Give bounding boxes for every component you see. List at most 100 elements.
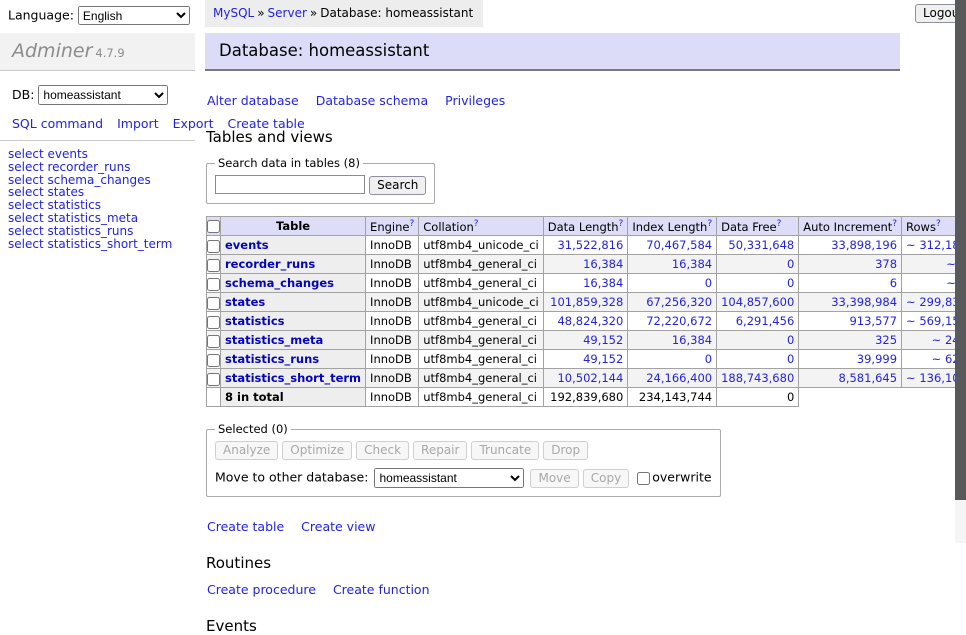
link-create-view[interactable]: Create view: [301, 519, 375, 534]
help-icon[interactable]: ?: [892, 219, 897, 229]
move-db-select[interactable]: homeassistant: [374, 468, 524, 488]
index-length-link[interactable]: 16,384: [672, 257, 712, 271]
copy-button[interactable]: Copy: [583, 469, 629, 488]
sidebar-item-select-statistics-meta[interactable]: select statistics_meta: [8, 212, 195, 225]
help-icon[interactable]: ?: [936, 219, 941, 229]
table-name-link[interactable]: recorder_runs: [225, 257, 315, 271]
page-title: Database: homeassistant: [205, 33, 900, 71]
index-length-link[interactable]: 24,166,400: [646, 371, 712, 385]
auto-increment-link[interactable]: 913,577: [849, 314, 897, 328]
table-name-link[interactable]: events: [225, 238, 269, 252]
row-checkbox[interactable]: [207, 297, 220, 310]
auto-increment-link[interactable]: 6: [890, 276, 897, 290]
data-free-link[interactable]: 6,291,456: [736, 314, 795, 328]
data-length-cell: 31,522,816: [543, 236, 628, 255]
sidebar-table-links: select eventsselect recorder_runsselect …: [0, 148, 195, 250]
sidebar-link-import[interactable]: Import: [117, 116, 159, 131]
index-length-link[interactable]: 0: [705, 352, 712, 366]
row-checkbox[interactable]: [207, 354, 220, 367]
auto-increment-link[interactable]: 33,398,984: [831, 295, 897, 309]
link-alter-database[interactable]: Alter database: [207, 93, 299, 108]
select-all-cell: [207, 216, 221, 236]
sidebar-item-select-events[interactable]: select events: [8, 148, 195, 161]
link-create-procedure[interactable]: Create procedure: [207, 582, 316, 597]
data-length-link[interactable]: 48,824,320: [557, 314, 623, 328]
search-input[interactable]: [215, 175, 365, 194]
check-button[interactable]: Check: [356, 441, 409, 460]
app-title-link[interactable]: Adminer: [12, 40, 92, 62]
sidebar-divider: [0, 140, 195, 141]
table-name-link[interactable]: statistics: [225, 314, 285, 328]
index-length-link[interactable]: 72,220,672: [646, 314, 712, 328]
data-length-link[interactable]: 16,384: [583, 257, 623, 271]
search-button[interactable]: Search: [369, 176, 426, 195]
data-free-link[interactable]: 0: [787, 333, 794, 347]
help-icon[interactable]: ?: [474, 219, 479, 229]
auto-increment-link[interactable]: 8,581,645: [839, 371, 898, 385]
data-free-link[interactable]: 0: [787, 352, 794, 366]
sidebar-item-select-statistics-runs[interactable]: select statistics_runs: [8, 225, 195, 238]
db-select-row: DB:homeassistant: [0, 71, 195, 109]
index-length-link[interactable]: 16,384: [672, 333, 712, 347]
table-name-link[interactable]: schema_changes: [225, 276, 334, 290]
row-checkbox[interactable]: [207, 335, 220, 348]
row-checkbox[interactable]: [207, 316, 220, 329]
link-database-schema[interactable]: Database schema: [316, 93, 428, 108]
data-length-link[interactable]: 16,384: [583, 276, 623, 290]
index-length-link[interactable]: 67,256,320: [646, 295, 712, 309]
data-length-link[interactable]: 31,522,816: [557, 238, 623, 252]
auto-increment-link[interactable]: 39,999: [857, 352, 897, 366]
link-create-function[interactable]: Create function: [333, 582, 430, 597]
help-icon[interactable]: ?: [619, 219, 624, 229]
scrollbar-track[interactable]: [955, 0, 966, 543]
breadcrumb-link-server[interactable]: Server: [268, 6, 307, 20]
auto-increment-link[interactable]: 325: [875, 333, 897, 347]
language-select[interactable]: English: [78, 6, 190, 25]
optimize-button[interactable]: Optimize: [282, 441, 352, 460]
sidebar-item-select-statistics-short-term[interactable]: select statistics_short_term: [8, 238, 195, 251]
help-icon[interactable]: ?: [777, 219, 782, 229]
auto-increment-link[interactable]: 33,898,196: [831, 238, 897, 252]
row-checkbox[interactable]: [207, 278, 220, 291]
row-checkbox[interactable]: [207, 373, 220, 386]
table-name-link[interactable]: statistics_short_term: [225, 371, 361, 385]
sidebar-item-select-recorder-runs[interactable]: select recorder_runs: [8, 161, 195, 174]
table-name-link[interactable]: statistics_runs: [225, 352, 319, 366]
data-length-link[interactable]: 10,502,144: [557, 371, 623, 385]
data-free-link[interactable]: 104,857,600: [721, 295, 794, 309]
data-free-link[interactable]: 188,743,680: [721, 371, 794, 385]
table-name-link[interactable]: statistics_meta: [225, 333, 323, 347]
link-create-table[interactable]: Create table: [207, 519, 284, 534]
move-button[interactable]: Move: [530, 469, 578, 488]
truncate-button[interactable]: Truncate: [471, 441, 539, 460]
data-free-link[interactable]: 0: [787, 276, 794, 290]
auto-increment-link[interactable]: 378: [875, 257, 897, 271]
select-all-checkbox[interactable]: [207, 220, 220, 233]
repair-button[interactable]: Repair: [413, 441, 467, 460]
data-free-link[interactable]: 50,331,648: [728, 238, 794, 252]
analyze-button[interactable]: Analyze: [215, 441, 278, 460]
sidebar-link-sql-command[interactable]: SQL command: [12, 116, 103, 131]
data-length-link[interactable]: 101,859,328: [550, 295, 623, 309]
link-privileges[interactable]: Privileges: [445, 93, 505, 108]
table-name-link[interactable]: states: [225, 295, 265, 309]
breadcrumb-link-mysql[interactable]: MySQL: [213, 6, 254, 20]
engine-cell: InnoDB: [366, 369, 419, 388]
data-length-link[interactable]: 49,152: [583, 333, 623, 347]
auto-increment-cell: 913,577: [799, 312, 902, 331]
totals-row: 8 in total InnoDB utf8mb4_general_ci 192…: [207, 388, 966, 407]
index-length-link[interactable]: 0: [705, 276, 712, 290]
row-checkbox[interactable]: [207, 240, 220, 253]
help-icon[interactable]: ?: [409, 219, 414, 229]
data-length-link[interactable]: 49,152: [583, 352, 623, 366]
data-free-link[interactable]: 0: [787, 257, 794, 271]
index-length-cell: 16,384: [628, 255, 717, 274]
help-icon[interactable]: ?: [707, 219, 712, 229]
index-length-link[interactable]: 70,467,584: [646, 238, 712, 252]
index-length-cell: 0: [628, 274, 717, 293]
row-checkbox[interactable]: [207, 259, 220, 272]
db-select[interactable]: homeassistant: [38, 85, 168, 105]
overwrite-checkbox[interactable]: [637, 472, 650, 485]
scrollbar-thumb[interactable]: [955, 0, 966, 500]
drop-button[interactable]: Drop: [543, 441, 588, 460]
